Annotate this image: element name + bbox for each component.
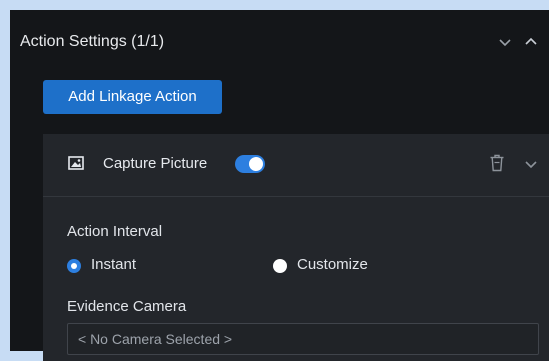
chevron-down-icon[interactable]: [524, 159, 538, 169]
radio-instant[interactable]: Instant: [67, 256, 167, 278]
chevron-down-icon[interactable]: [498, 37, 512, 47]
image-icon: [68, 156, 84, 170]
toggle-knob: [249, 157, 263, 171]
action-card-header[interactable]: Capture Picture: [43, 134, 549, 197]
action-enabled-toggle[interactable]: [235, 155, 265, 173]
radio-customize-label: Customize: [297, 256, 368, 273]
radio-customize[interactable]: Customize: [273, 256, 403, 278]
trash-icon[interactable]: [489, 154, 505, 172]
action-interval-label: Action Interval: [67, 223, 163, 240]
add-linkage-action-button[interactable]: Add Linkage Action: [43, 80, 222, 114]
evidence-camera-label: Evidence Camera: [67, 298, 187, 315]
section-title: Action Settings (1/1): [20, 33, 165, 50]
action-title: Capture Picture: [103, 155, 208, 172]
chevron-up-icon[interactable]: [524, 37, 538, 47]
radio-unchecked-icon: [273, 259, 287, 273]
evidence-camera-select[interactable]: < No Camera Selected >: [67, 323, 539, 355]
action-card: Capture Picture Action Interval Instant …: [43, 134, 549, 361]
action-settings-panel: Action Settings (1/1) Add Linkage Action…: [10, 10, 549, 361]
evidence-camera-value: < No Camera Selected >: [78, 331, 233, 347]
section-header: Action Settings (1/1): [10, 10, 549, 76]
radio-checked-icon: [67, 259, 81, 273]
radio-instant-label: Instant: [91, 256, 137, 273]
